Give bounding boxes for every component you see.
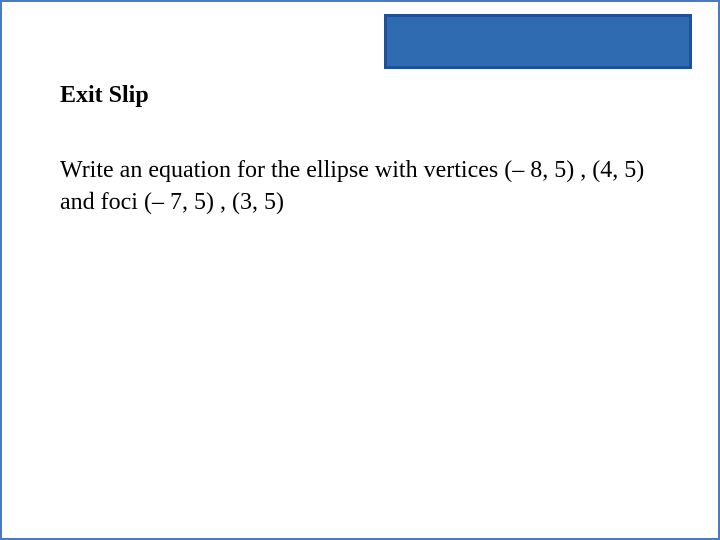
slide-heading: Exit Slip — [60, 82, 149, 109]
slide-body-text: Write an equation for the ellipse with v… — [60, 154, 660, 219]
title-accent-box — [384, 14, 692, 69]
slide-frame: Exit Slip Write an equation for the elli… — [0, 0, 720, 540]
